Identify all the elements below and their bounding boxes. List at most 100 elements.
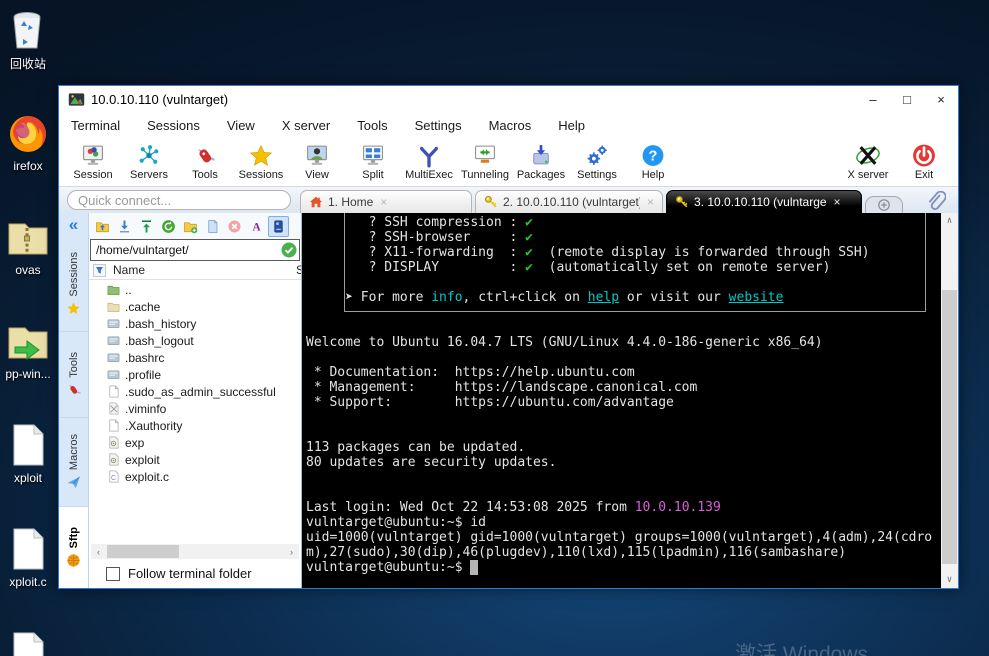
terminal-scrollbar[interactable]: ∧ ∨ bbox=[941, 213, 958, 588]
toolbar-button-label: Settings bbox=[577, 169, 617, 181]
menu-sessions[interactable]: Sessions bbox=[137, 115, 210, 136]
toolbar-session-button[interactable]: Session bbox=[65, 139, 121, 185]
file-row--bash-logout[interactable]: .bash_logout bbox=[89, 332, 301, 349]
toolbar-tunneling-button[interactable]: Tunneling bbox=[457, 139, 513, 185]
toolbar-servers-button[interactable]: Servers bbox=[121, 139, 177, 185]
file-list-header[interactable]: Name S bbox=[89, 261, 301, 280]
rename-button[interactable]: A bbox=[246, 216, 267, 237]
collapse-sidebar-button[interactable]: « bbox=[59, 213, 88, 237]
file-name: exp bbox=[125, 436, 144, 450]
close-tab-icon[interactable]: × bbox=[834, 195, 841, 209]
file-row--profile[interactable]: .profile bbox=[89, 366, 301, 383]
key-icon bbox=[675, 195, 689, 209]
plane-icon bbox=[66, 475, 81, 490]
menu-settings[interactable]: Settings bbox=[405, 115, 472, 136]
file-row--sudo-as-admin-successful[interactable]: .sudo_as_admin_successful bbox=[89, 383, 301, 400]
minimize-button[interactable]: – bbox=[856, 87, 890, 113]
scroll-up-icon[interactable]: ∧ bbox=[941, 213, 958, 229]
quick-connect-input[interactable] bbox=[67, 190, 291, 210]
desktop-icon-exploit-c-file[interactable]: xploit.c bbox=[0, 526, 56, 589]
session-tab-2[interactable]: 2. 10.0.10.110 (vulntarget)× bbox=[475, 190, 663, 213]
tab-bar: 1. Home×2. 10.0.10.110 (vulntarget)×3. 1… bbox=[59, 187, 958, 213]
upload-button[interactable] bbox=[136, 216, 157, 237]
toolbar-help-button[interactable]: ?Help bbox=[625, 139, 681, 185]
scroll-down-icon[interactable]: ∨ bbox=[941, 572, 958, 588]
menu-x-server[interactable]: X server bbox=[272, 115, 340, 136]
file-row-exploit-c[interactable]: Cexploit.c bbox=[89, 468, 301, 485]
menu-macros[interactable]: Macros bbox=[479, 115, 542, 136]
new-tab-button[interactable] bbox=[865, 196, 903, 213]
session-tab-1[interactable]: 1. Home× bbox=[300, 190, 472, 213]
file-row--viminfo[interactable]: .viminfo bbox=[89, 400, 301, 417]
file-row--bash-history[interactable]: .bash_history bbox=[89, 315, 301, 332]
desktop-icon-partial-file[interactable] bbox=[0, 630, 56, 656]
file-row--bashrc[interactable]: .bashrc bbox=[89, 349, 301, 366]
file-row--xauthority[interactable]: .Xauthority bbox=[89, 417, 301, 434]
toolbar-packages-button[interactable]: Packages bbox=[513, 139, 569, 185]
toolbar-multiexec-button[interactable]: MultiExec bbox=[401, 139, 457, 185]
session-tab-3[interactable]: 3. 10.0.10.110 (vulntarge× bbox=[666, 190, 862, 213]
close-button[interactable]: × bbox=[924, 87, 958, 113]
file-panel-hscrollbar[interactable]: ‹ › bbox=[91, 544, 299, 559]
sessions-icon bbox=[248, 143, 274, 168]
parent-dir-button[interactable] bbox=[92, 216, 113, 237]
menu-tools[interactable]: Tools bbox=[347, 115, 397, 136]
new-file-button[interactable] bbox=[202, 216, 223, 237]
new-folder-button[interactable] bbox=[180, 216, 201, 237]
firefox-icon bbox=[5, 110, 51, 156]
toolbar-settings-button[interactable]: Settings bbox=[569, 139, 625, 185]
toolbar-button-label: Packages bbox=[517, 169, 565, 181]
file-name: .Xauthority bbox=[125, 419, 182, 433]
file-row--cache[interactable]: .cache bbox=[89, 298, 301, 315]
file-panel-toolbar: A bbox=[89, 213, 301, 239]
sidebar-tab-label: Tools bbox=[68, 352, 80, 378]
delete-button[interactable] bbox=[224, 216, 245, 237]
globe-icon bbox=[66, 553, 81, 568]
toolbar-view-button[interactable]: View bbox=[289, 139, 345, 185]
close-tab-icon[interactable]: × bbox=[647, 195, 654, 209]
servers-icon bbox=[136, 143, 162, 168]
file-row--[interactable]: .. bbox=[89, 281, 301, 298]
toolbar-tools-button[interactable]: Tools bbox=[177, 139, 233, 185]
sidebar-tab-macros[interactable]: Macros bbox=[59, 418, 88, 508]
desktop-icon-exploit-file[interactable]: xploit bbox=[0, 422, 56, 485]
sidebar-tab-sftp[interactable]: Sftp bbox=[59, 507, 88, 588]
scroll-left-icon[interactable]: ‹ bbox=[91, 544, 106, 559]
menu-help[interactable]: Help bbox=[548, 115, 595, 136]
toolbar-button-label: View bbox=[305, 169, 329, 181]
desktop-icon-app-win-folder[interactable]: pp-win... bbox=[0, 318, 56, 381]
home-icon bbox=[309, 195, 323, 209]
toolbar-button-label: Sessions bbox=[239, 169, 284, 181]
close-tab-icon[interactable]: × bbox=[380, 195, 387, 209]
toolbar-split-button[interactable]: Split bbox=[345, 139, 401, 185]
desktop-icon-label: irefox bbox=[13, 159, 42, 173]
path-bar[interactable]: /home/vulntarget/ bbox=[90, 239, 300, 261]
sidebar-tab-tools[interactable]: Tools bbox=[59, 332, 88, 418]
scroll-right-icon[interactable]: › bbox=[284, 544, 299, 559]
file-row-exp[interactable]: exp bbox=[89, 434, 301, 451]
desktop-icon-recycle-bin[interactable]: 回收站 bbox=[0, 6, 56, 72]
menu-view[interactable]: View bbox=[217, 115, 265, 136]
toolbar-button-label: Session bbox=[73, 169, 112, 181]
paperclip-icon[interactable] bbox=[926, 191, 946, 213]
file-list: ...cache.bash_history.bash_logout.bashrc… bbox=[89, 280, 301, 544]
menu-bar: Terminal Sessions View X server Tools Setting… bbox=[59, 113, 958, 137]
terminal[interactable]: ? SSH compression : ✔ ? SSH-browser : ✔ … bbox=[302, 213, 958, 588]
desktop-icon-ovas-archive[interactable]: ovas bbox=[0, 214, 56, 277]
menu-terminal[interactable]: Terminal bbox=[61, 115, 130, 136]
refresh-button[interactable] bbox=[158, 216, 179, 237]
toolbar-sessions-button[interactable]: Sessions bbox=[233, 139, 289, 185]
hscroll-thumb[interactable] bbox=[107, 545, 179, 558]
terminal-sync-button[interactable] bbox=[268, 216, 289, 237]
follow-terminal-folder-checkbox[interactable] bbox=[106, 567, 120, 581]
toolbar-exit-button[interactable]: Exit bbox=[896, 139, 952, 185]
desktop-icon-firefox[interactable]: irefox bbox=[0, 110, 56, 173]
toolbar-x-server-button[interactable]: X server bbox=[840, 139, 896, 185]
download-button[interactable] bbox=[114, 216, 135, 237]
folderarrow-icon bbox=[5, 318, 51, 364]
file-row-exploit[interactable]: exploit bbox=[89, 451, 301, 468]
sidebar-tab-sessions[interactable]: Sessions bbox=[59, 237, 88, 332]
terminal-line bbox=[306, 470, 940, 485]
terminal-scroll-thumb[interactable] bbox=[942, 290, 957, 564]
maximize-button[interactable]: □ bbox=[890, 87, 924, 113]
